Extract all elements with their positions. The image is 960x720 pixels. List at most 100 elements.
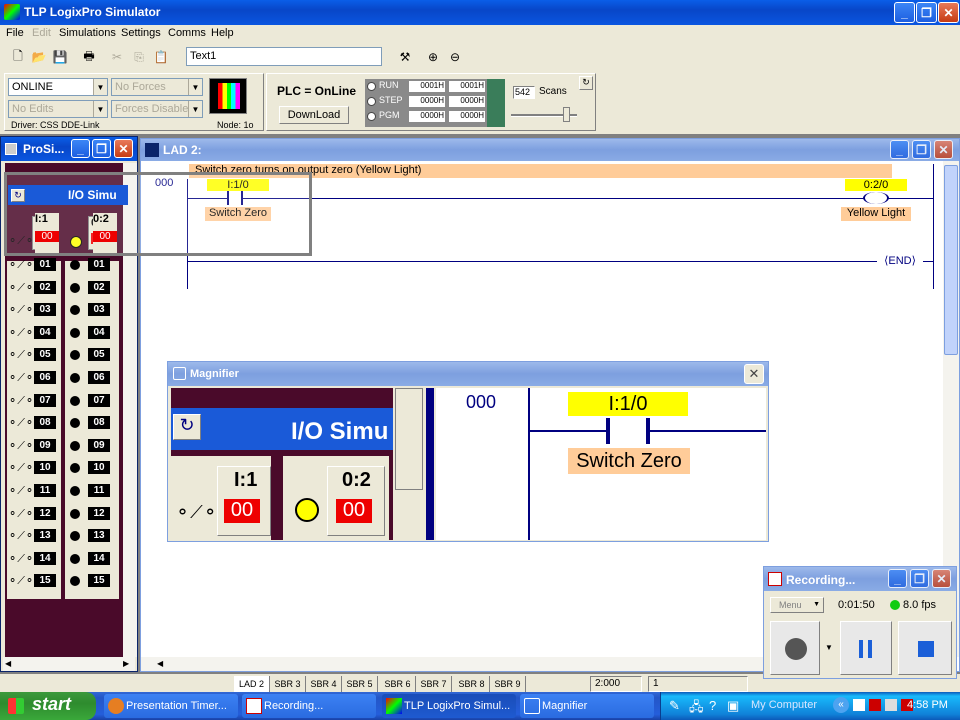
- forces-select[interactable]: No Forces ▼: [111, 78, 203, 96]
- chevron-down-icon: ▼: [93, 101, 107, 117]
- maximize-button[interactable]: ❐: [916, 2, 937, 23]
- output-light-icon: [70, 396, 80, 406]
- pen-icon[interactable]: ✎: [669, 698, 680, 714]
- lad-scroll-left-icon[interactable]: ◀: [157, 659, 163, 668]
- open-icon[interactable]: 📂: [29, 47, 49, 67]
- zoom-in-icon[interactable]: ⊕: [423, 47, 443, 67]
- input-switch-icon[interactable]: ⚬⟋⚬: [8, 507, 34, 521]
- recording-maximize-button[interactable]: ❐: [910, 569, 929, 588]
- tray-icon-1[interactable]: [853, 699, 865, 711]
- paste-icon[interactable]: 📋: [151, 47, 171, 67]
- tab-sbr-7[interactable]: SBR 7: [416, 676, 452, 693]
- tab-sbr-9[interactable]: SBR 9: [490, 676, 526, 693]
- prosim-minimize-button[interactable]: _: [71, 139, 90, 158]
- help-icon[interactable]: ?: [709, 698, 716, 713]
- new-icon[interactable]: 🗋: [8, 47, 28, 67]
- task-logixpro[interactable]: TLP LogixPro Simul...: [382, 694, 516, 718]
- tray-icon-2[interactable]: [869, 699, 881, 711]
- edits-select[interactable]: No Edits ▼: [8, 100, 108, 118]
- recording-close-button[interactable]: ✕: [932, 569, 951, 588]
- input-switch-icon[interactable]: ⚬⟋⚬: [8, 552, 34, 566]
- prosim-close-button[interactable]: ✕: [114, 139, 133, 158]
- coil-description-text: Yellow Light: [846, 207, 906, 219]
- input-switch-icon[interactable]: ⚬⟋⚬: [8, 394, 34, 408]
- tools-icon[interactable]: ⚒: [395, 47, 415, 67]
- scroll-left-icon[interactable]: ◀: [5, 659, 11, 668]
- radio-step[interactable]: [367, 97, 376, 106]
- text-field[interactable]: Text1: [186, 47, 382, 66]
- record-button[interactable]: [770, 621, 820, 675]
- task-magnifier[interactable]: Magnifier: [520, 694, 654, 718]
- coil-address-text: 0:2/0: [863, 179, 889, 191]
- close-button[interactable]: ✕: [938, 2, 959, 23]
- record-options-button[interactable]: ▼: [822, 621, 836, 675]
- menu-bar: File Edit Simulations Settings Comms Hel…: [0, 25, 960, 44]
- task-recording[interactable]: Recording...: [242, 694, 376, 718]
- tab-sbr-6[interactable]: SBR 6: [380, 676, 416, 693]
- menu-file[interactable]: File: [6, 27, 24, 39]
- menu-edit[interactable]: Edit: [32, 27, 51, 39]
- start-button[interactable]: start: [0, 692, 96, 720]
- lens-refresh-icon: ↻: [11, 189, 25, 202]
- input-switch-icon[interactable]: ⚬⟋⚬: [8, 281, 34, 295]
- scroll-right-icon[interactable]: ▶: [123, 659, 129, 668]
- tab-lad-2[interactable]: LAD 2: [234, 676, 270, 693]
- input-switch-icon[interactable]: ⚬⟋⚬: [8, 574, 34, 588]
- magnifier-lens[interactable]: I/O Simu ↻ I:1 00 0:2 00: [4, 172, 312, 256]
- recording-menu-label: Menu: [779, 600, 802, 610]
- tab-sbr-8[interactable]: SBR 8: [454, 676, 490, 693]
- magnifier-close-button[interactable]: ✕: [744, 364, 764, 384]
- output-number: 13: [88, 529, 110, 542]
- menu-simulations[interactable]: Simulations: [59, 27, 116, 39]
- input-switch-icon[interactable]: ⚬⟋⚬: [8, 529, 34, 543]
- input-switch-icon[interactable]: ⚬⟋⚬: [8, 326, 34, 340]
- input-switch-icon[interactable]: ⚬⟋⚬: [8, 484, 34, 498]
- toolbar: 🗋 📂 💾 🖶 ✂ ⎘ 📋 Text1 ⚒ ⊕ ⊖: [0, 44, 960, 70]
- menu-comms[interactable]: Comms: [168, 27, 206, 39]
- tab-sbr-5[interactable]: SBR 5: [342, 676, 378, 693]
- stop-button[interactable]: [898, 621, 952, 675]
- refresh-icon[interactable]: ↻: [579, 76, 593, 90]
- scan-slider-thumb[interactable]: [563, 107, 570, 122]
- minimize-button[interactable]: _: [894, 2, 915, 23]
- task-presentation-timer[interactable]: Presentation Timer...: [104, 694, 238, 718]
- menu-settings[interactable]: Settings: [121, 27, 161, 39]
- input-switch-icon[interactable]: ⚬⟋⚬: [8, 371, 34, 385]
- mode-select[interactable]: ONLINE ▼: [8, 78, 108, 96]
- print-icon[interactable]: 🖶: [79, 47, 99, 67]
- recording-menu-button[interactable]: Menu ▼: [770, 597, 824, 613]
- zoom-out-icon[interactable]: ⊖: [445, 47, 465, 67]
- tab-sbr-4[interactable]: SBR 4: [306, 676, 342, 693]
- input-switch-icon[interactable]: ⚬⟋⚬: [8, 348, 34, 362]
- lad-minimize-button[interactable]: _: [890, 140, 909, 159]
- cut-icon[interactable]: ✂: [107, 47, 127, 67]
- coil-symbol[interactable]: [863, 192, 889, 204]
- recording-minimize-button[interactable]: _: [888, 569, 907, 588]
- download-label: DownLoad: [287, 109, 341, 121]
- tray-expand-icon[interactable]: «: [833, 697, 849, 713]
- save-icon[interactable]: 💾: [50, 47, 70, 67]
- pause-button[interactable]: [840, 621, 892, 675]
- tray-icon-3[interactable]: [885, 699, 897, 711]
- input-switch-icon[interactable]: ⚬⟋⚬: [8, 461, 34, 475]
- input-switch-icon[interactable]: ⚬⟋⚬: [8, 439, 34, 453]
- copy-icon[interactable]: ⎘: [129, 47, 149, 67]
- lad-close-button[interactable]: ✕: [934, 140, 953, 159]
- network-icon[interactable]: 🖧: [689, 698, 704, 720]
- display-icon[interactable]: ▣: [727, 698, 739, 714]
- input-switch-icon[interactable]: ⚬⟋⚬: [8, 416, 34, 430]
- tab-sbr-3[interactable]: SBR 3: [270, 676, 306, 693]
- radio-pgm[interactable]: [367, 112, 376, 121]
- forces-state-select[interactable]: Forces Disabled ▼: [111, 100, 203, 118]
- input-switch-icon[interactable]: ⚬⟋⚬: [8, 303, 34, 317]
- lad-maximize-button[interactable]: ❐: [912, 140, 931, 159]
- status-number-text: 1: [653, 678, 659, 689]
- prosim-hscroll[interactable]: ◀ ▶: [3, 657, 135, 671]
- download-button[interactable]: DownLoad: [279, 106, 349, 124]
- lad-vscroll-thumb[interactable]: [944, 165, 958, 355]
- input-switch-icon[interactable]: ⚬⟋⚬: [8, 258, 34, 272]
- task-logixpro-label: TLP LogixPro Simul...: [404, 700, 511, 712]
- radio-run[interactable]: [367, 82, 376, 91]
- menu-help[interactable]: Help: [211, 27, 234, 39]
- prosim-maximize-button[interactable]: ❐: [92, 139, 111, 158]
